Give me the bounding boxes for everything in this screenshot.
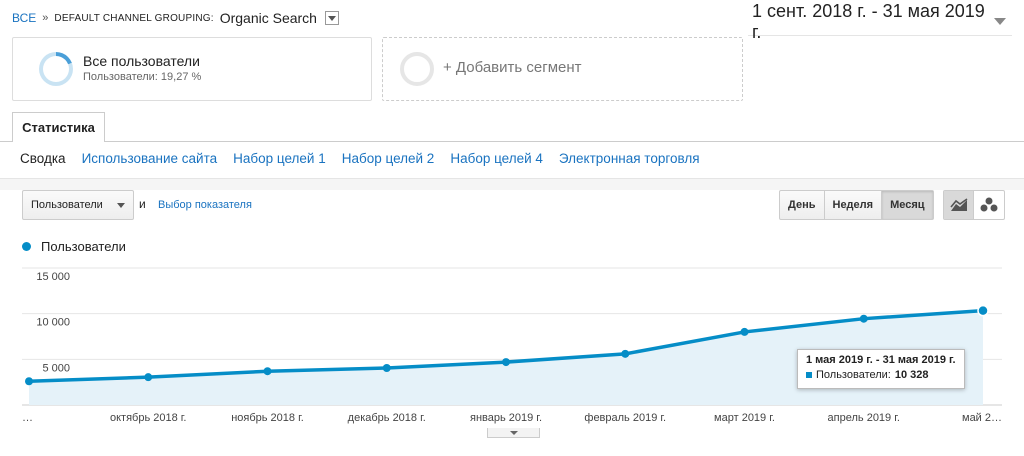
- chevron-down-icon: [327, 15, 336, 21]
- breadcrumb-dropdown-button[interactable]: [324, 11, 339, 25]
- tooltip-value: 10 328: [894, 369, 929, 381]
- breadcrumb-separator: »: [42, 12, 49, 24]
- chart-type-toggle: [943, 190, 1005, 220]
- x-tick-label: май 2…: [962, 412, 1002, 424]
- breadcrumb-root-link[interactable]: ВСЕ: [12, 11, 36, 25]
- segment-all-users[interactable]: Все пользователи Пользователи: 19,27 %: [12, 37, 372, 101]
- tab-bar-divider: [0, 141, 1024, 142]
- legend-series-dot: [22, 242, 31, 251]
- date-range-picker[interactable]: 1 сент. 2018 г. - 31 мая 2019 г.: [748, 1, 1012, 42]
- segment-title: Все пользователи: [83, 53, 200, 69]
- tooltip-series-swatch: [806, 372, 812, 378]
- data-point: [977, 304, 989, 317]
- data-point: [740, 327, 749, 336]
- period-day-button[interactable]: День: [780, 191, 825, 219]
- motion-chart-button[interactable]: [974, 191, 1004, 219]
- subtab-ecommerce[interactable]: Электронная торговля: [559, 151, 700, 166]
- data-point: [502, 358, 510, 367]
- data-point: [382, 364, 391, 373]
- chevron-down-icon: [509, 430, 518, 435]
- chevron-down-icon: [994, 18, 1006, 25]
- x-tick-label: ноябрь 2018 г.: [231, 412, 304, 424]
- x-tick-label: октябрь 2018 г.: [110, 412, 187, 424]
- add-segment-button[interactable]: + Добавить сегмент: [382, 37, 743, 101]
- select-metric-link[interactable]: Выбор показателя: [158, 199, 252, 211]
- explorer-subtabs: Сводка Использование сайта Набор целей 1…: [20, 151, 700, 166]
- line-chart-button[interactable]: [944, 191, 974, 219]
- subtab-goal-set-2[interactable]: Набор целей 2: [342, 151, 435, 166]
- add-segment-label: + Добавить сегмент: [443, 59, 582, 76]
- data-point: [621, 349, 630, 358]
- chevron-down-icon: [117, 202, 125, 208]
- segment-donut-icon: [39, 52, 73, 86]
- subtab-summary[interactable]: Сводка: [20, 151, 66, 166]
- breadcrumb: ВСЕ » DEFAULT CHANNEL GROUPING: Organic …: [12, 10, 339, 26]
- empty-segment-icon: [400, 52, 434, 86]
- period-week-button[interactable]: Неделя: [825, 191, 883, 219]
- tooltip-label: Пользователи:: [816, 369, 891, 381]
- y-tick-label: 15 000: [36, 271, 70, 283]
- metric-select-value: Пользователи: [31, 199, 103, 211]
- period-toggle: День Неделя Месяц: [779, 190, 934, 220]
- subtab-goal-set-1[interactable]: Набор целей 1: [233, 151, 326, 166]
- chart-resize-handle[interactable]: [487, 428, 540, 438]
- section-divider: [0, 178, 1024, 190]
- subtab-goal-set-4[interactable]: Набор целей 4: [450, 151, 543, 166]
- breadcrumb-dimension-label: DEFAULT CHANNEL GROUPING:: [54, 12, 214, 24]
- data-point: [25, 377, 33, 386]
- segment-subtitle: Пользователи: 19,27 %: [83, 71, 202, 83]
- chart-tooltip: 1 мая 2019 г. - 31 мая 2019 г. Пользоват…: [797, 349, 965, 389]
- x-tick-label: январь 2019 г.: [470, 412, 542, 424]
- tab-statistics[interactable]: Статистика: [12, 112, 105, 142]
- metric-and-label: и: [139, 197, 146, 211]
- legend-series-label: Пользователи: [41, 239, 126, 254]
- x-tick-label: …: [22, 412, 33, 424]
- x-tick-label: декабрь 2018 г.: [348, 412, 426, 424]
- chart-legend: Пользователи: [22, 239, 126, 254]
- breadcrumb-dimension-value: Organic Search: [219, 10, 317, 26]
- y-tick-label: 5 000: [42, 362, 70, 374]
- data-point: [263, 367, 272, 376]
- data-point: [144, 373, 153, 382]
- line-chart-icon: [949, 198, 967, 211]
- y-tick-label: 10 000: [36, 317, 70, 329]
- period-month-button[interactable]: Месяц: [882, 191, 933, 219]
- x-tick-label: март 2019 г.: [714, 412, 775, 424]
- x-tick-label: апрель 2019 г.: [828, 412, 900, 424]
- bubbles-icon: [980, 197, 998, 212]
- line-chart: 15 000 10 000 5 000 … октябрь 2018 г. ноябрь …: [22, 267, 1002, 424]
- tooltip-title: 1 мая 2019 г. - 31 мая 2019 г.: [806, 354, 956, 366]
- subtab-site-usage[interactable]: Использование сайта: [82, 151, 218, 166]
- x-tick-label: февраль 2019 г.: [584, 412, 666, 424]
- data-point: [859, 314, 868, 323]
- metric-select[interactable]: Пользователи: [22, 190, 134, 220]
- date-range-text: 1 сент. 2018 г. - 31 мая 2019 г.: [752, 0, 985, 42]
